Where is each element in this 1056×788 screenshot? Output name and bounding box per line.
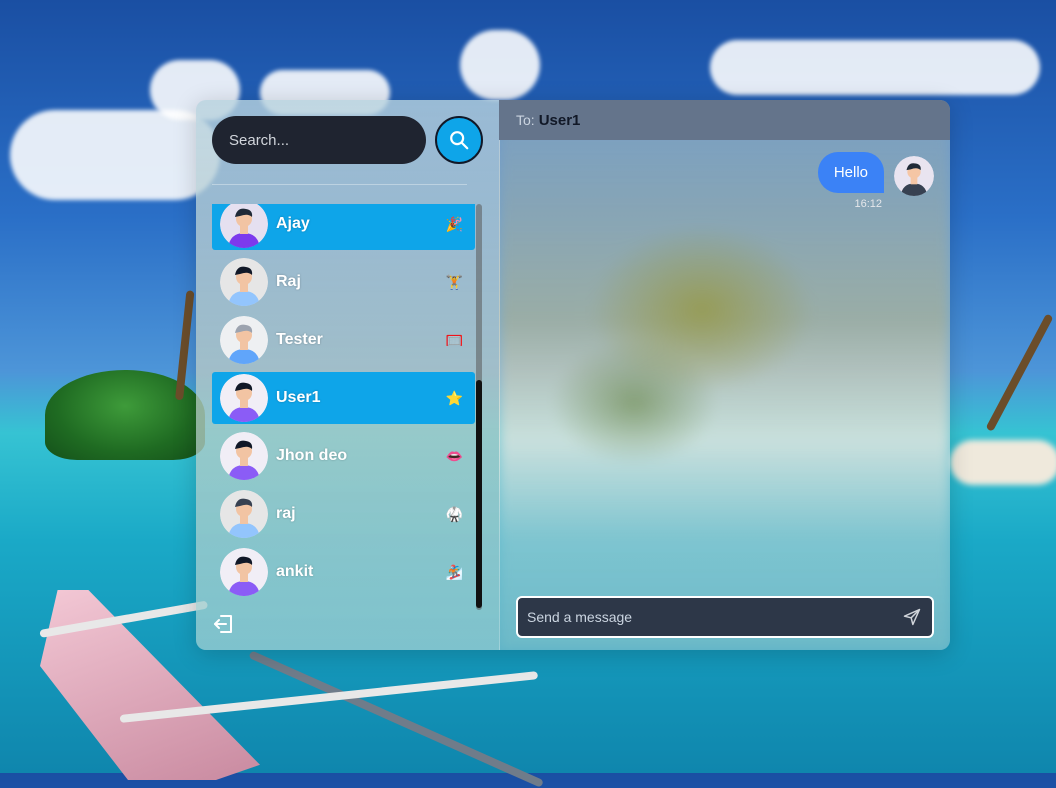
avatar bbox=[894, 156, 934, 196]
contact-name: ankit bbox=[276, 563, 314, 580]
contact-item[interactable]: Raj 🏋 bbox=[212, 256, 475, 308]
contact-name: raj bbox=[276, 505, 296, 522]
message-composer bbox=[516, 596, 934, 638]
divider bbox=[212, 184, 467, 185]
logout-button[interactable] bbox=[212, 612, 236, 636]
message: Hello bbox=[817, 152, 934, 196]
message-input[interactable] bbox=[518, 608, 902, 626]
contact-name: Raj bbox=[276, 273, 301, 290]
contact-name: User1 bbox=[276, 389, 321, 406]
contact-status-emoji: 🥋 bbox=[445, 506, 463, 522]
scrollbar-thumb[interactable] bbox=[476, 380, 482, 608]
contact-item[interactable]: Ajay 🎉 bbox=[212, 204, 475, 250]
chat-app-window: Ajay 🎉 Raj 🏋 Tester 🥅 User1 ⭐ Jhon deo 👄 raj 🥋 ankit… bbox=[196, 100, 950, 650]
send-icon bbox=[903, 608, 921, 626]
to-label: To: bbox=[516, 112, 535, 128]
contact-status-emoji: 🥅 bbox=[445, 332, 463, 348]
contact-status-emoji: 🏂 bbox=[445, 564, 463, 580]
contact-name: Ajay bbox=[276, 215, 310, 232]
contact-list: Ajay 🎉 Raj 🏋 Tester 🥅 User1 ⭐ Jhon deo 👄 raj 🥋 ankit… bbox=[212, 204, 475, 610]
contact-status-emoji: 🏋 bbox=[445, 274, 463, 290]
contact-item[interactable]: Jhon deo 👄 bbox=[212, 430, 475, 482]
avatar bbox=[220, 548, 268, 596]
recipient-name: User1 bbox=[538, 111, 581, 129]
logout-icon bbox=[214, 615, 232, 633]
palm-tree bbox=[175, 290, 195, 401]
avatar bbox=[220, 374, 268, 422]
chat-panel: To: User1 Hello 16:12 bbox=[499, 100, 950, 650]
contact-item[interactable]: Tester 🥅 bbox=[212, 314, 475, 366]
message-bubble: Hello bbox=[817, 152, 884, 193]
search-input[interactable] bbox=[212, 116, 426, 164]
beach bbox=[950, 440, 1056, 485]
contact-name: Tester bbox=[276, 331, 323, 348]
contact-status-emoji: 🎉 bbox=[445, 216, 463, 232]
palm-tree bbox=[985, 313, 1054, 432]
contact-status-emoji: 👄 bbox=[445, 448, 463, 464]
search-button[interactable] bbox=[435, 116, 483, 164]
contact-item[interactable]: ankit 🏂 bbox=[212, 546, 475, 598]
chat-header: To: User1 bbox=[499, 100, 950, 140]
boat-outrigger bbox=[248, 650, 544, 788]
contact-item[interactable]: User1 ⭐ bbox=[212, 372, 475, 424]
avatar bbox=[220, 490, 268, 538]
contact-name: Jhon deo bbox=[276, 447, 348, 464]
cloud bbox=[460, 30, 540, 100]
contact-item[interactable]: raj 🥋 bbox=[212, 488, 475, 540]
avatar bbox=[220, 316, 268, 364]
search-icon bbox=[450, 131, 469, 150]
sidebar: Ajay 🎉 Raj 🏋 Tester 🥅 User1 ⭐ Jhon deo 👄 raj 🥋 ankit… bbox=[196, 100, 500, 650]
send-button[interactable] bbox=[902, 607, 922, 627]
avatar bbox=[220, 204, 268, 248]
search-bar bbox=[212, 116, 483, 164]
avatar bbox=[220, 258, 268, 306]
cloud bbox=[710, 40, 1040, 95]
avatar bbox=[220, 432, 268, 480]
cloud bbox=[10, 110, 220, 200]
contact-status-emoji: ⭐ bbox=[445, 390, 463, 406]
message-time: 16:12 bbox=[854, 198, 882, 210]
